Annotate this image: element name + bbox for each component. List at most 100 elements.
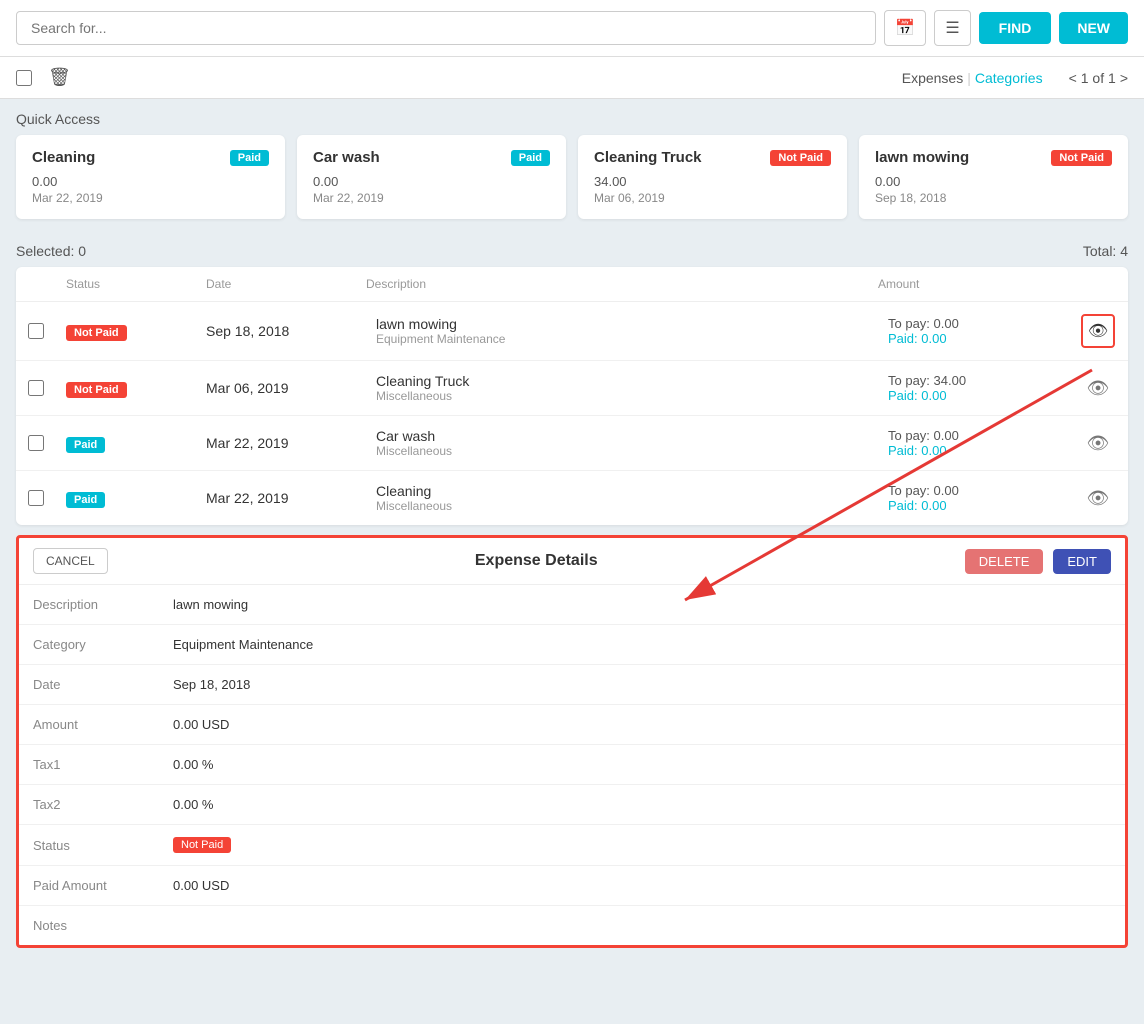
row-desc-main: lawn mowing (366, 316, 858, 332)
qa-status-badge: Not Paid (1051, 150, 1112, 166)
qa-card-cleaning[interactable]: Cleaning Paid 0.00 Mar 22, 2019 (16, 135, 285, 219)
amount-topay: To pay: 0.00 (878, 483, 1058, 498)
view-detail-button[interactable]: 👁 (1068, 378, 1128, 399)
qa-card-date: Mar 22, 2019 (32, 191, 269, 205)
expense-table: Status Date Description Amount Not Paid … (16, 267, 1128, 525)
row-date: Mar 22, 2019 (196, 435, 356, 451)
detail-value: 0.00 % (173, 797, 213, 812)
qa-card-date: Sep 18, 2018 (875, 191, 1112, 205)
row-checkbox[interactable] (16, 435, 56, 451)
detail-row-description: Description lawn mowing (19, 585, 1125, 625)
eye-icon: 👁 (1087, 433, 1110, 454)
amount-paid: Paid: 0.00 (878, 498, 1058, 513)
row-amount: To pay: 0.00 Paid: 0.00 (868, 428, 1068, 458)
nav-separator: | (967, 70, 971, 86)
filter-icon-button[interactable]: ☰ (934, 10, 970, 46)
col-amount: Amount (868, 277, 1068, 291)
row-view-action[interactable]: 👁 (1068, 314, 1128, 348)
row-select-checkbox[interactable] (28, 380, 44, 396)
pagination: < 1 of 1 > (1069, 70, 1128, 86)
table-header: Status Date Description Amount (16, 267, 1128, 302)
qa-card-date: Mar 22, 2019 (313, 191, 550, 205)
search-input[interactable] (16, 11, 876, 45)
row-status: Paid (56, 435, 196, 451)
detail-label: Amount (33, 717, 173, 732)
detail-row-notes: Notes (19, 906, 1125, 945)
row-select-checkbox[interactable] (28, 490, 44, 506)
expenses-link[interactable]: Expenses (902, 70, 963, 86)
total-count: Total: 4 (1083, 243, 1128, 259)
new-button[interactable]: NEW (1059, 12, 1128, 44)
qa-card-amount: 34.00 (594, 174, 831, 189)
qa-status-badge: Not Paid (770, 150, 831, 166)
view-detail-button[interactable]: 👁 (1068, 488, 1128, 509)
row-description: Cleaning Miscellaneous (356, 483, 868, 513)
row-date: Mar 06, 2019 (196, 380, 356, 396)
row-date: Sep 18, 2018 (196, 323, 356, 339)
status-badge-notpaid: Not Paid (66, 325, 127, 341)
detail-label: Notes (33, 918, 173, 933)
amount-topay: To pay: 34.00 (878, 373, 1058, 388)
next-page-button[interactable]: > (1120, 70, 1128, 86)
expense-detail-panel: CANCEL Expense Details DELETE EDIT Descr… (16, 535, 1128, 948)
edit-button[interactable]: EDIT (1053, 549, 1111, 574)
top-bar: 📅 ☰ FIND NEW (0, 0, 1144, 57)
row-checkbox[interactable] (16, 490, 56, 506)
status-badge-paid: Paid (66, 492, 105, 508)
status-badge-paid: Paid (66, 437, 105, 453)
delete-icon-button[interactable]: 🗑 (42, 65, 77, 90)
view-detail-button[interactable]: 👁 (1068, 433, 1128, 454)
amount-topay: To pay: 0.00 (878, 428, 1058, 443)
eye-icon: 👁 (1087, 488, 1110, 509)
row-status: Not Paid (56, 380, 196, 396)
detail-value: 0.00 % (173, 757, 213, 772)
amount-paid: Paid: 0.00 (878, 443, 1058, 458)
eye-icon: 👁 (1088, 321, 1108, 341)
calendar-icon-button[interactable]: 📅 (884, 10, 926, 46)
page-indicator: 1 of 1 (1081, 70, 1116, 86)
detail-row-tax2: Tax2 0.00 % (19, 785, 1125, 825)
select-all-checkbox[interactable] (16, 70, 32, 86)
row-select-checkbox[interactable] (28, 435, 44, 451)
row-select-checkbox[interactable] (28, 323, 44, 339)
selected-count: Selected: 0 (16, 243, 86, 259)
cancel-button[interactable]: CANCEL (33, 548, 108, 574)
row-desc-main: Cleaning (366, 483, 858, 499)
detail-value: Sep 18, 2018 (173, 677, 250, 692)
find-button[interactable]: FIND (979, 12, 1052, 44)
qa-card-amount: 0.00 (875, 174, 1112, 189)
amount-paid: Paid: 0.00 (878, 388, 1058, 403)
nav-links: Expenses | Categories (902, 70, 1043, 86)
qa-card-carwash[interactable]: Car wash Paid 0.00 Mar 22, 2019 (297, 135, 566, 219)
detail-row-tax1: Tax1 0.00 % (19, 745, 1125, 785)
row-desc-sub: Miscellaneous (366, 499, 858, 513)
qa-card-title: Car wash (313, 149, 380, 166)
detail-row-paid-amount: Paid Amount 0.00 USD (19, 866, 1125, 906)
categories-link[interactable]: Categories (975, 70, 1043, 86)
detail-label: Tax2 (33, 797, 173, 812)
qa-status-badge: Paid (230, 150, 269, 166)
table-row: Paid Mar 22, 2019 Car wash Miscellaneous… (16, 416, 1128, 471)
qa-card-lawn-mowing[interactable]: lawn mowing Not Paid 0.00 Sep 18, 2018 (859, 135, 1128, 219)
status-badge-notpaid: Not Paid (66, 382, 127, 398)
row-description: Cleaning Truck Miscellaneous (356, 373, 868, 403)
qa-status-badge: Paid (511, 150, 550, 166)
selected-bar: Selected: 0 Total: 4 (0, 235, 1144, 267)
detail-label: Description (33, 597, 173, 612)
detail-label: Paid Amount (33, 878, 173, 893)
row-checkbox[interactable] (16, 380, 56, 396)
detail-value: 0.00 USD (173, 717, 229, 732)
qa-card-title: Cleaning Truck (594, 149, 702, 166)
row-date: Mar 22, 2019 (196, 490, 356, 506)
col-status: Status (56, 277, 196, 291)
detail-row-category: Category Equipment Maintenance (19, 625, 1125, 665)
detail-row-amount: Amount 0.00 USD (19, 705, 1125, 745)
prev-page-button[interactable]: < (1069, 70, 1077, 86)
row-status: Not Paid (56, 323, 196, 339)
qa-card-cleaning-truck[interactable]: Cleaning Truck Not Paid 34.00 Mar 06, 20… (578, 135, 847, 219)
detail-label: Category (33, 637, 173, 652)
row-checkbox[interactable] (16, 323, 56, 339)
delete-button[interactable]: DELETE (965, 549, 1044, 574)
view-detail-button-active[interactable]: 👁 (1081, 314, 1115, 348)
quick-access-cards: Cleaning Paid 0.00 Mar 22, 2019 Car wash… (0, 135, 1144, 235)
